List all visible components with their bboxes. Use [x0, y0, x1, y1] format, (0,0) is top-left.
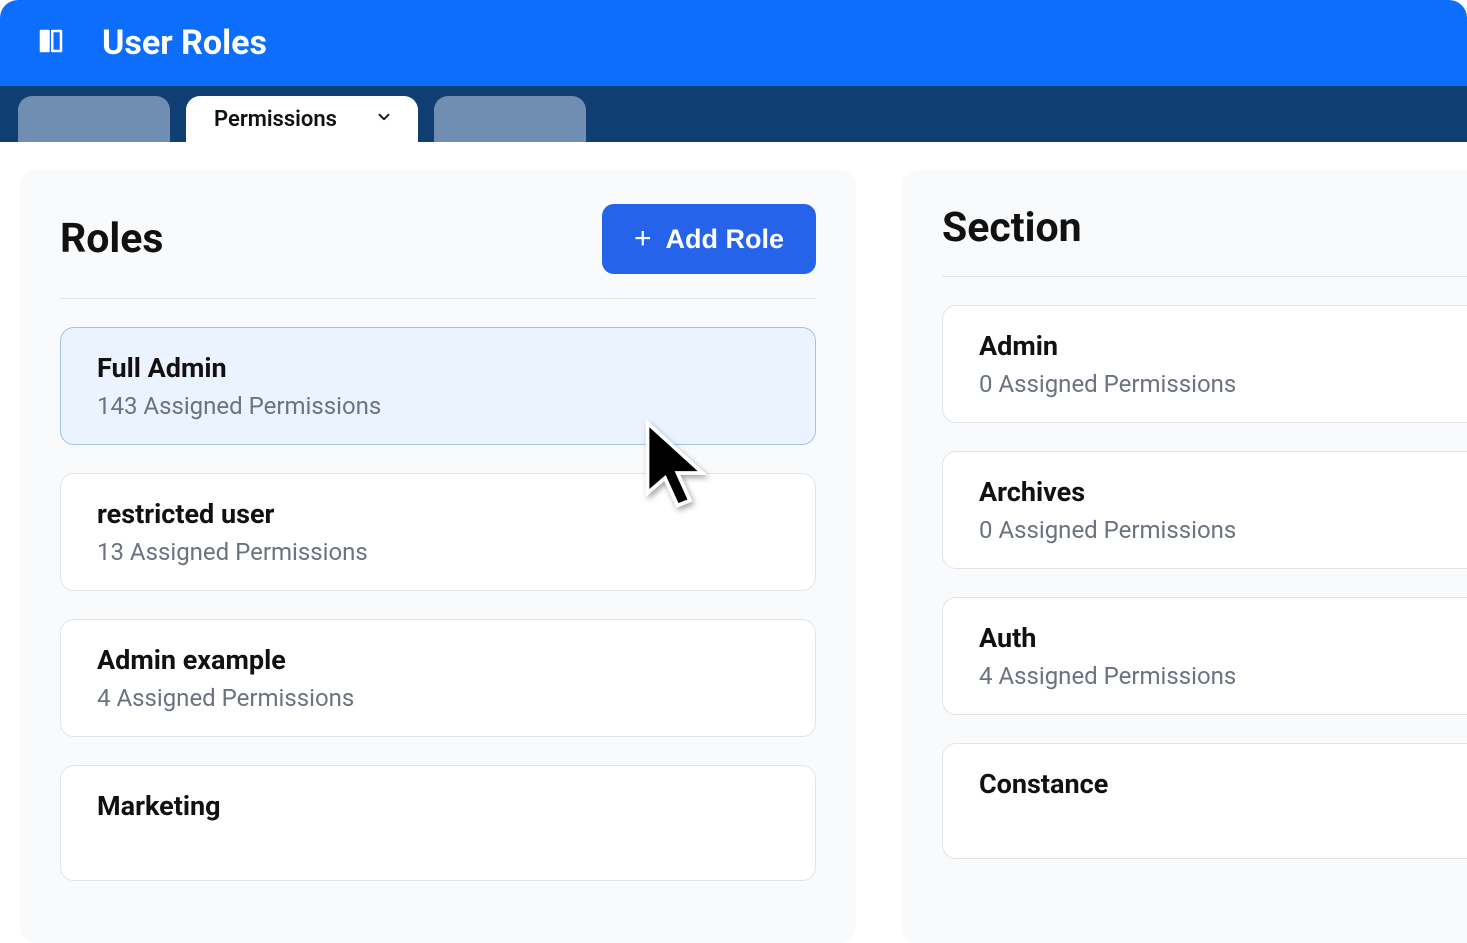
add-role-button-label: Add Role [666, 224, 785, 255]
section-card-constance[interactable]: Constance [942, 743, 1467, 859]
role-card-admin-example[interactable]: Admin example 4 Assigned Permissions [60, 619, 816, 737]
role-card-title: Full Admin [97, 352, 779, 384]
section-card-title: Constance [979, 768, 1431, 800]
section-card-sub: 0 Assigned Permissions [979, 516, 1431, 544]
role-card-sub: 13 Assigned Permissions [97, 538, 779, 566]
role-card-title: Marketing [97, 790, 779, 822]
app-header: User Roles [0, 0, 1467, 86]
tab-permissions-label: Permissions [214, 107, 337, 132]
content-area: Roles + Add Role Full Admin 143 Assigned… [0, 142, 1467, 943]
roles-panel: Roles + Add Role Full Admin 143 Assigned… [20, 170, 856, 943]
roles-panel-title: Roles [60, 215, 163, 263]
role-card-full-admin[interactable]: Full Admin 143 Assigned Permissions [60, 327, 816, 445]
section-card-sub: 0 Assigned Permissions [979, 370, 1431, 398]
section-card-title: Archives [979, 476, 1431, 508]
role-card-marketing[interactable]: Marketing [60, 765, 816, 881]
section-card-auth[interactable]: Auth 4 Assigned Permissions [942, 597, 1467, 715]
section-card-sub: 4 Assigned Permissions [979, 662, 1431, 690]
role-card-restricted-user[interactable]: restricted user 13 Assigned Permissions [60, 473, 816, 591]
role-card-title: Admin example [97, 644, 779, 676]
section-card-title: Admin [979, 330, 1431, 362]
section-card-admin[interactable]: Admin 0 Assigned Permissions [942, 305, 1467, 423]
plus-icon: + [634, 222, 652, 256]
section-panel: Section Admin 0 Assigned Permissions Arc… [902, 170, 1467, 943]
tab-permissions[interactable]: Permissions [186, 96, 418, 142]
add-role-button[interactable]: + Add Role [602, 204, 816, 274]
role-card-sub: 143 Assigned Permissions [97, 392, 779, 420]
tab-placeholder-1[interactable] [18, 96, 170, 142]
role-card-sub: 4 Assigned Permissions [97, 684, 779, 712]
section-panel-title: Section [942, 204, 1082, 252]
tab-bar: Permissions [0, 86, 1467, 142]
section-card-archives[interactable]: Archives 0 Assigned Permissions [942, 451, 1467, 569]
section-panel-header: Section [942, 204, 1467, 277]
section-card-title: Auth [979, 622, 1431, 654]
role-card-title: restricted user [97, 498, 779, 530]
user-roles-icon [36, 26, 66, 60]
chevron-down-icon [375, 108, 393, 130]
page-title: User Roles [102, 23, 267, 63]
tab-placeholder-2[interactable] [434, 96, 586, 142]
roles-panel-header: Roles + Add Role [60, 204, 816, 299]
